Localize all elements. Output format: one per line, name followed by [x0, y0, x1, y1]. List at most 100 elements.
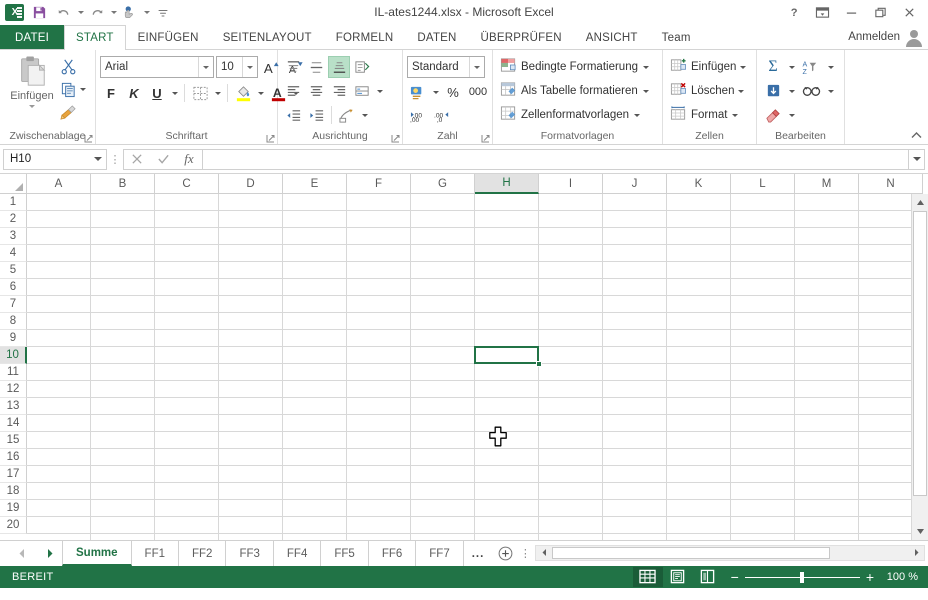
cell-I17[interactable]: [539, 466, 603, 483]
cell-D12[interactable]: [219, 381, 283, 398]
cell-B10[interactable]: [91, 347, 155, 364]
cell-L1[interactable]: [731, 194, 795, 211]
cell-G3[interactable]: [411, 228, 475, 245]
cell-L11[interactable]: [731, 364, 795, 381]
cell-B18[interactable]: [91, 483, 155, 500]
cell-D6[interactable]: [219, 279, 283, 296]
cell-H16[interactable]: [475, 449, 539, 466]
row-header-9[interactable]: 9: [0, 330, 27, 347]
column-header-F[interactable]: F: [347, 174, 411, 194]
cell-C11[interactable]: [155, 364, 219, 381]
cell-K2[interactable]: [667, 211, 731, 228]
redo-icon[interactable]: [87, 2, 107, 24]
tab-datei[interactable]: DATEI: [0, 25, 65, 49]
font-dialog-launcher[interactable]: [264, 132, 275, 143]
cell-L8[interactable]: [731, 313, 795, 330]
number-format-combo[interactable]: Standard: [407, 56, 485, 78]
cell-B7[interactable]: [91, 296, 155, 313]
cell-C7[interactable]: [155, 296, 219, 313]
restore-icon[interactable]: [866, 2, 895, 24]
cell-K17[interactable]: [667, 466, 731, 483]
cell-B6[interactable]: [91, 279, 155, 296]
cell-G2[interactable]: [411, 211, 475, 228]
underline-dropdown-icon[interactable]: [169, 82, 180, 104]
cell-I12[interactable]: [539, 381, 603, 398]
cell-G8[interactable]: [411, 313, 475, 330]
font-size-dropdown-icon[interactable]: [242, 57, 257, 77]
cell-A7[interactable]: [27, 296, 91, 313]
column-header-D[interactable]: D: [219, 174, 283, 194]
autosum-dropdown-icon[interactable]: [786, 56, 797, 78]
row-header-4[interactable]: 4: [0, 245, 27, 262]
vertical-scroll-thumb[interactable]: [913, 211, 927, 496]
align-right-button[interactable]: [328, 80, 350, 102]
close-icon[interactable]: [895, 2, 924, 24]
cell-D8[interactable]: [219, 313, 283, 330]
italic-button[interactable]: K: [123, 82, 145, 104]
delete-cells-button[interactable]: Löschen: [667, 79, 747, 103]
scroll-up-icon[interactable]: [912, 194, 928, 211]
cell-E1[interactable]: [283, 194, 347, 211]
cell-L18[interactable]: [731, 483, 795, 500]
row-header-14[interactable]: 14: [0, 415, 27, 432]
cell-M18[interactable]: [795, 483, 859, 500]
cell-M9[interactable]: [795, 330, 859, 347]
clear-button[interactable]: [761, 104, 785, 126]
cell-J1[interactable]: [603, 194, 667, 211]
accounting-format-button[interactable]: [407, 81, 429, 103]
column-header-B[interactable]: B: [91, 174, 155, 194]
name-box[interactable]: H10: [3, 148, 107, 170]
cell-J13[interactable]: [603, 398, 667, 415]
cut-button[interactable]: [60, 56, 88, 76]
row-header-2[interactable]: 2: [0, 211, 27, 228]
cell-F11[interactable]: [347, 364, 411, 381]
cell-L7[interactable]: [731, 296, 795, 313]
cell-A14[interactable]: [27, 415, 91, 432]
zoom-out-button[interactable]: −: [731, 570, 739, 584]
cell-I14[interactable]: [539, 415, 603, 432]
cell-L16[interactable]: [731, 449, 795, 466]
cell-I6[interactable]: [539, 279, 603, 296]
cell-D5[interactable]: [219, 262, 283, 279]
cell-E15[interactable]: [283, 432, 347, 449]
cell-G21[interactable]: [411, 534, 475, 540]
cell-styles-dropdown-icon[interactable]: [634, 113, 641, 117]
cell-G20[interactable]: [411, 517, 475, 534]
column-header-H[interactable]: H: [475, 174, 539, 194]
cell-C4[interactable]: [155, 245, 219, 262]
wrap-text-dropdown-icon[interactable]: [374, 80, 385, 102]
ribbon-display-options-icon[interactable]: [808, 2, 837, 24]
sort-filter-button[interactable]: AZ: [798, 56, 824, 78]
cell-K13[interactable]: [667, 398, 731, 415]
cell-B3[interactable]: [91, 228, 155, 245]
insert-function-icon[interactable]: fx: [176, 150, 202, 169]
cell-F5[interactable]: [347, 262, 411, 279]
find-select-button[interactable]: [798, 80, 824, 102]
cell-I8[interactable]: [539, 313, 603, 330]
cell-L19[interactable]: [731, 500, 795, 517]
cell-K11[interactable]: [667, 364, 731, 381]
cell-G16[interactable]: [411, 449, 475, 466]
cell-K3[interactable]: [667, 228, 731, 245]
font-name-combo[interactable]: Arial: [100, 56, 214, 78]
cell-G4[interactable]: [411, 245, 475, 262]
cell-F1[interactable]: [347, 194, 411, 211]
cell-D1[interactable]: [219, 194, 283, 211]
column-header-G[interactable]: G: [411, 174, 475, 194]
cell-M17[interactable]: [795, 466, 859, 483]
cell-H10[interactable]: [475, 347, 539, 364]
cell-M11[interactable]: [795, 364, 859, 381]
cell-B14[interactable]: [91, 415, 155, 432]
decrease-indent-button[interactable]: [282, 104, 304, 126]
cell-H14[interactable]: [475, 415, 539, 432]
row-header-7[interactable]: 7: [0, 296, 27, 313]
cell-L21[interactable]: [731, 534, 795, 540]
cell-J7[interactable]: [603, 296, 667, 313]
cell-K1[interactable]: [667, 194, 731, 211]
wrap-text-button[interactable]: [351, 80, 373, 102]
cell-E8[interactable]: [283, 313, 347, 330]
format-painter-button[interactable]: [60, 102, 88, 122]
cell-G1[interactable]: [411, 194, 475, 211]
cell-B13[interactable]: [91, 398, 155, 415]
cell-J18[interactable]: [603, 483, 667, 500]
